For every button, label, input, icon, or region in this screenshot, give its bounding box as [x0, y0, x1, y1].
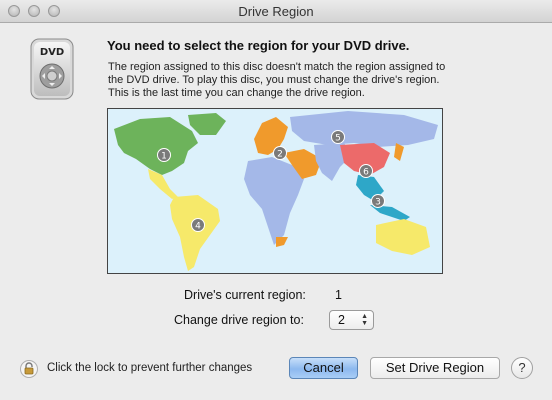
- change-region-label: Change drive region to:: [174, 313, 304, 327]
- stepper-arrows-icon: ▲ ▼: [361, 313, 368, 327]
- south-africa-shape: [276, 237, 288, 247]
- region-6-label: 6: [363, 168, 369, 178]
- drive-region-dialog: Drive Region DVD You need to select the …: [0, 0, 552, 400]
- region-1-label: 1: [161, 152, 167, 162]
- cancel-button[interactable]: Cancel: [289, 357, 358, 379]
- region-4-label: 4: [195, 222, 201, 232]
- region-5-label: 5: [335, 134, 341, 144]
- greenland-shape: [188, 113, 226, 135]
- region-5-shape: [290, 111, 438, 147]
- dialog-heading: You need to select the region for your D…: [107, 38, 410, 53]
- region-1-shape: [114, 117, 198, 175]
- dvd-player-icon: DVD: [30, 38, 74, 100]
- australia-shape: [376, 219, 430, 255]
- title-bar[interactable]: Drive Region: [0, 0, 552, 23]
- description-line: The region assigned to this disc doesn't…: [108, 61, 446, 73]
- region-3-label: 3: [375, 198, 381, 208]
- region-2-label: 2: [277, 150, 283, 160]
- region-map: 1 2 3 4 5 6: [107, 108, 443, 274]
- description-line: the DVD drive. To play this disc, you mu…: [108, 74, 440, 86]
- window-title: Drive Region: [238, 4, 314, 19]
- region-4-shape: [170, 195, 220, 271]
- description-line: This is the last time you can change the…: [108, 87, 365, 99]
- current-region-value: 1: [335, 288, 342, 302]
- region-select[interactable]: 2 ▲ ▼: [329, 310, 374, 330]
- dvd-icon-label: DVD: [40, 47, 64, 58]
- set-drive-region-button[interactable]: Set Drive Region: [370, 357, 500, 379]
- help-button[interactable]: ?: [511, 357, 533, 379]
- region-select-value: 2: [338, 313, 345, 327]
- africa-shape: [244, 157, 304, 245]
- world-map-graphic: 1 2 3 4 5 6: [114, 111, 438, 271]
- lock-icon[interactable]: [20, 360, 38, 378]
- lock-instruction-text: Click the lock to prevent further change…: [47, 362, 253, 374]
- current-region-label: Drive's current region:: [184, 288, 306, 302]
- dialog-description: The region assigned to this disc doesn't…: [108, 61, 488, 100]
